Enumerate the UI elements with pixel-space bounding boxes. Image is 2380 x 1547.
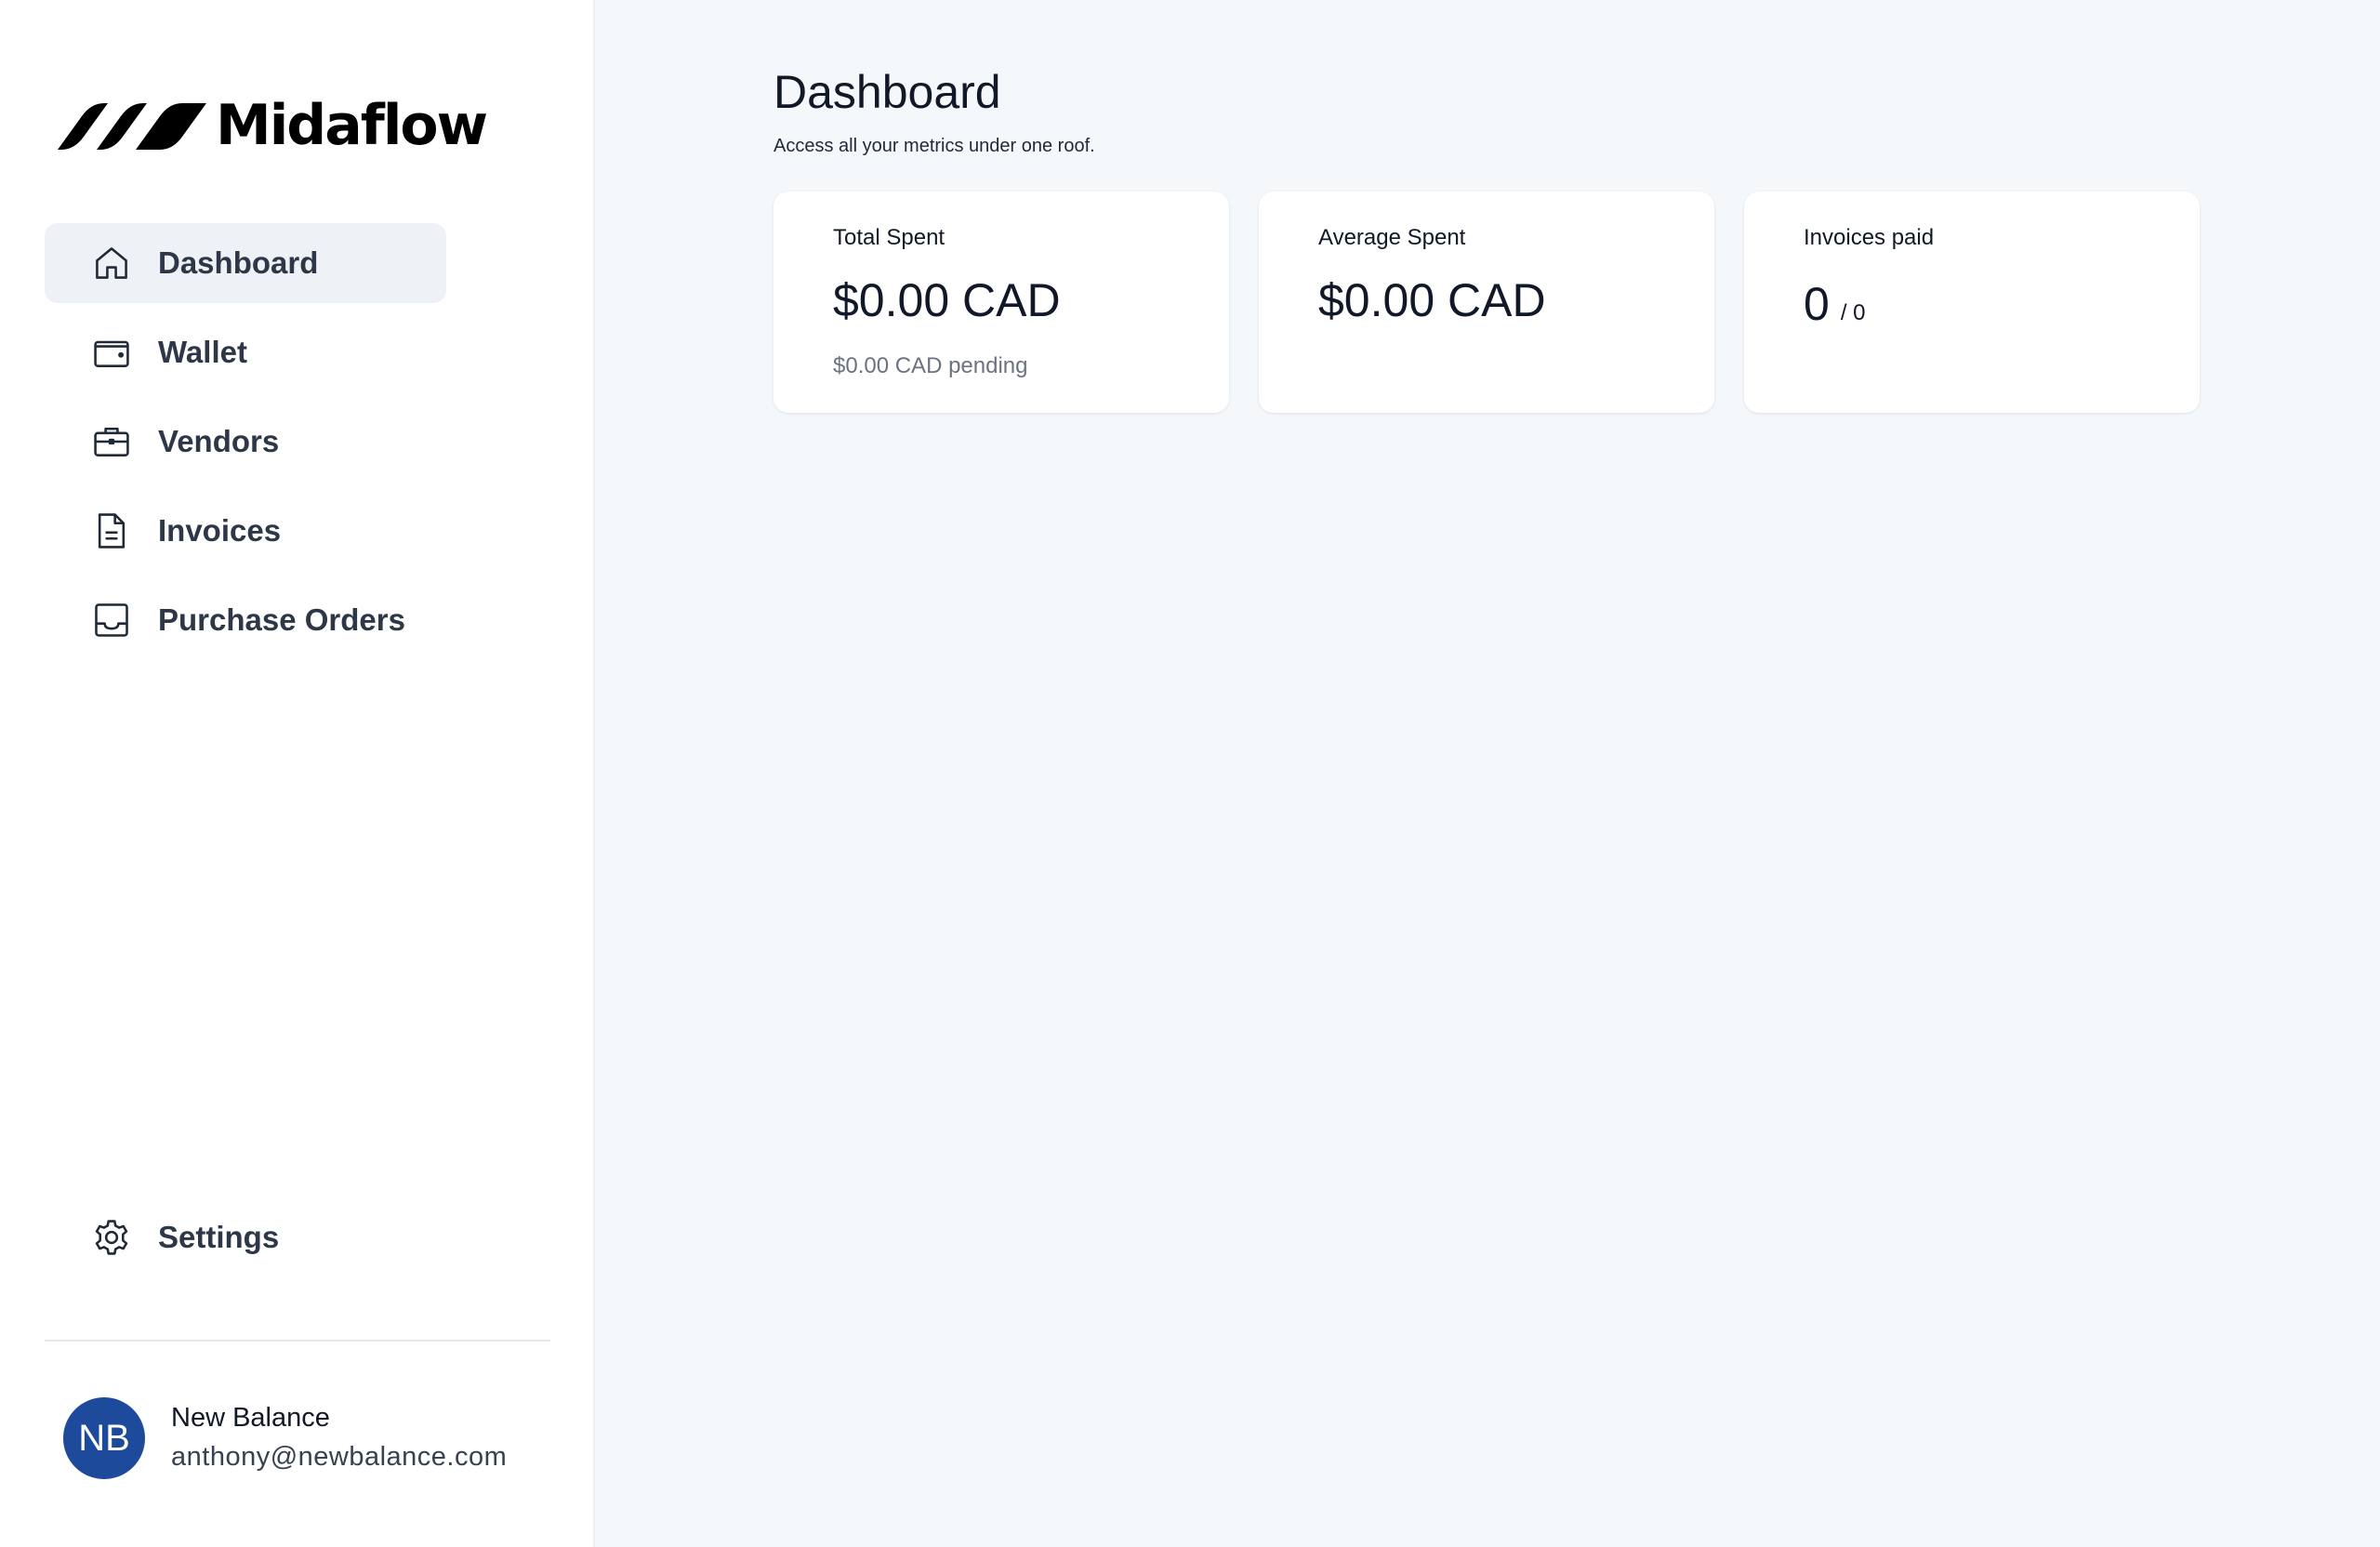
invoices-paid-count: 0 — [1804, 278, 1830, 330]
user-email: anthony@newbalance.com — [171, 1442, 508, 1472]
avatar: NB — [63, 1397, 145, 1479]
sidebar-item-label: Settings — [158, 1220, 280, 1254]
briefcase-icon — [91, 421, 132, 462]
invoices-paid-card: Invoices paid 0 / 0 — [1744, 192, 2200, 413]
home-icon — [91, 243, 132, 284]
card-pending: $0.00 CAD pending — [833, 353, 1028, 378]
sidebar-item-label: Vendors — [158, 424, 280, 458]
total-spent-card: Total Spent $0.00 CAD $0.00 CAD pending — [774, 192, 1229, 413]
sidebar-item-label: Invoices — [158, 513, 282, 548]
page-subtitle: Access all your metrics under one roof. — [774, 136, 1095, 156]
wallet-icon — [91, 332, 132, 373]
invoices-total-count: / 0 — [1840, 300, 1866, 325]
user-profile[interactable]: NB New Balance anthony@newbalance.com — [63, 1397, 507, 1479]
user-name: New Balance — [171, 1403, 330, 1433]
sidebar-item-settings[interactable]: Settings — [45, 1197, 446, 1277]
sidebar-divider — [45, 1340, 550, 1342]
document-icon — [91, 510, 132, 551]
gear-icon — [91, 1217, 132, 1258]
page-title: Dashboard — [774, 66, 1001, 118]
sidebar-nav: Dashboard Wallet Vendors Invoices Purcha… — [45, 223, 446, 669]
sidebar-item-label: Dashboard — [158, 245, 319, 280]
settings-section: Settings — [45, 1197, 446, 1287]
stripes-logo-icon — [56, 99, 208, 152]
card-label: Total Spent — [833, 225, 945, 250]
card-label: Invoices paid — [1804, 225, 1935, 250]
user-info: New Balance anthony@newbalance.com — [171, 1399, 507, 1477]
card-value: $0.00 CAD — [1318, 274, 1546, 326]
average-spent-card: Average Spent $0.00 CAD — [1259, 192, 1714, 413]
inbox-icon — [91, 600, 132, 641]
sidebar-item-vendors[interactable]: Vendors — [45, 402, 446, 482]
card-count: 0 / 0 — [1804, 277, 2200, 331]
sidebar: Midaflow Dashboard Wallet Vendors Invoic… — [0, 0, 595, 1547]
brand-name: Midaflow — [216, 93, 488, 158]
card-value: $0.00 CAD — [833, 274, 1061, 326]
sidebar-item-invoices[interactable]: Invoices — [45, 491, 446, 571]
metric-cards: Total Spent $0.00 CAD $0.00 CAD pending … — [774, 192, 2229, 413]
brand-logo[interactable]: Midaflow — [56, 93, 488, 158]
sidebar-item-label: Purchase Orders — [158, 602, 405, 637]
sidebar-item-label: Wallet — [158, 335, 247, 369]
card-label: Average Spent — [1318, 225, 1466, 250]
sidebar-item-dashboard[interactable]: Dashboard — [45, 223, 446, 303]
sidebar-item-wallet[interactable]: Wallet — [45, 312, 446, 392]
sidebar-item-purchase-orders[interactable]: Purchase Orders — [45, 580, 446, 660]
